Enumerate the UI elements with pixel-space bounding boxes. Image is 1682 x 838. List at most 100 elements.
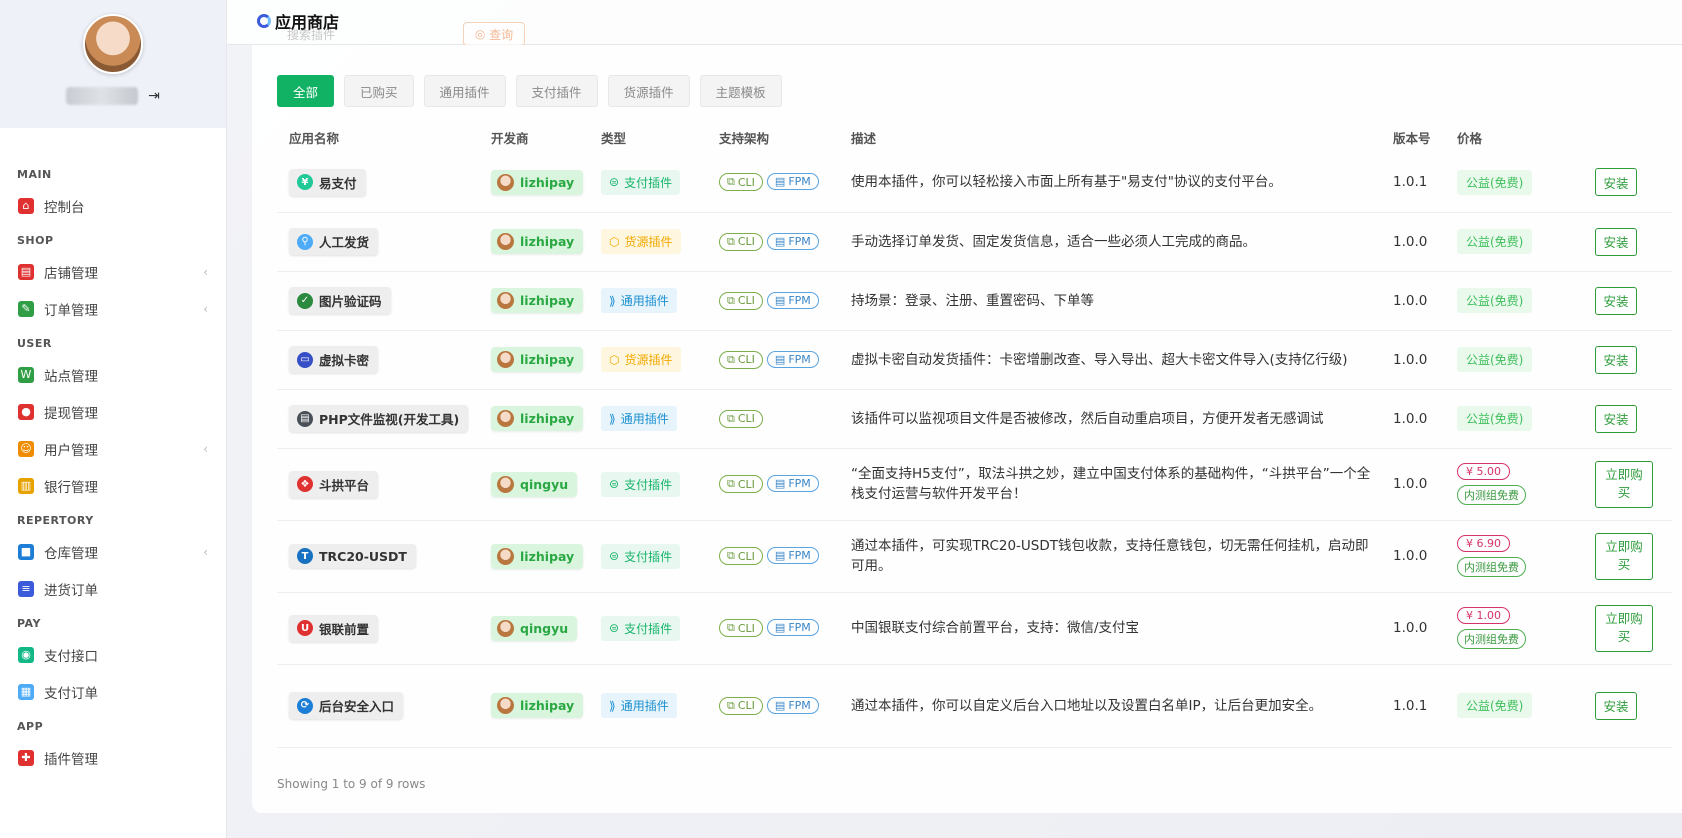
sidebar-item[interactable]: ✎ 订单管理 ‹ xyxy=(0,290,226,327)
cell-price: 公益(免费) xyxy=(1445,212,1583,272)
cell-description: 手动选择订单发货、固定发货信息，适合一些必须人工完成的商品。 xyxy=(839,212,1381,272)
developer-chip[interactable]: lizhipay xyxy=(491,347,584,372)
cell-developer: lizhipay xyxy=(479,212,589,272)
sidebar-item[interactable]: ● 提现管理 xyxy=(0,393,226,430)
developer-chip[interactable]: lizhipay xyxy=(491,693,584,718)
bank-icon: ▥ xyxy=(18,477,34,494)
sidebar: ⇥ MAIN ⌂ 控制台 SHOP ▤ 店铺管理 ‹ ✎ 订单管理 ‹ USER W 站点管理 ● 提现管理… xyxy=(0,0,227,838)
filter-tab[interactable]: 主题模板 xyxy=(699,75,782,107)
sidebar-item[interactable]: ▦ 支付订单 xyxy=(0,673,226,710)
developer-avatar xyxy=(497,410,514,427)
logout-icon[interactable]: ⇥ xyxy=(148,88,160,104)
sidebar-item[interactable]: ▥ 银行管理 xyxy=(0,467,226,504)
sidebar-item[interactable]: ☺ 用户管理 ‹ xyxy=(0,430,226,467)
menu-section-title: SHOP xyxy=(17,234,54,247)
cell-description: 通过本插件，你可以自定义后台入口地址以及设置白名单IP，让后台更加安全。 xyxy=(839,664,1381,748)
app-name-chip[interactable]: ¥ 易支付 xyxy=(289,168,366,196)
cell-type: ⟫ 通用插件 xyxy=(589,271,707,331)
app-name-chip[interactable]: ▤ PHP文件监视(开发工具) xyxy=(289,405,469,432)
developer-chip[interactable]: lizhipay xyxy=(491,229,584,254)
buy-button[interactable]: 立即购买 xyxy=(1595,460,1653,508)
common-type-icon: ⟫ xyxy=(609,293,616,308)
cell-version: 1.0.0 xyxy=(1381,448,1445,521)
app-name-chip[interactable]: ⟳ 后台安全入口 xyxy=(289,692,404,719)
beta-free-badge: 内测组免费 xyxy=(1457,485,1526,505)
developer-chip[interactable]: lizhipay xyxy=(491,169,584,195)
app-name-chip[interactable]: ❖ 斗拱平台 xyxy=(289,470,379,498)
app-name: 图片验证码 xyxy=(319,294,382,309)
cell-developer: lizhipay xyxy=(479,664,589,748)
install-button[interactable]: 安装 xyxy=(1595,227,1637,256)
fpm-icon: ▤ xyxy=(774,621,786,634)
filter-tab[interactable]: 已购买 xyxy=(344,75,414,107)
sidebar-item[interactable]: ◉ 支付接口 xyxy=(0,636,226,673)
main-content: 应用商店 搜索插件 ◎ 查询 全部 已购买 通用插件 支付插件 货源插件 主题模板 应用名… xyxy=(227,0,1682,838)
pay-type-icon: ⊜ xyxy=(609,549,620,563)
install-button[interactable]: 安装 xyxy=(1595,404,1637,433)
sidebar-item[interactable]: ✚ 插件管理 xyxy=(0,739,226,776)
sidebar-item[interactable]: ■ 仓库管理 ‹ xyxy=(0,533,226,570)
app-name-chip[interactable]: U 银联前置 xyxy=(289,614,379,642)
version-text: 1.0.0 xyxy=(1393,233,1428,250)
sidebar-item[interactable]: ▤ 店铺管理 ‹ xyxy=(0,253,226,290)
sidebar-item[interactable]: ⌂ 控制台 xyxy=(0,187,226,224)
goods-type-icon: ⬡ xyxy=(609,234,620,249)
chevron-left-icon: ‹ xyxy=(203,301,208,316)
arch-badge: ▤ FPM xyxy=(766,547,819,564)
app-name: TRC20-USDT xyxy=(319,548,407,564)
buy-button[interactable]: 立即购买 xyxy=(1595,532,1653,580)
column-header: 支持架构 xyxy=(719,130,770,146)
install-button[interactable]: 安装 xyxy=(1595,345,1637,374)
cell-action: 安装 xyxy=(1583,212,1672,272)
filter-tab[interactable]: 通用插件 xyxy=(423,75,506,107)
sidebar-item[interactable]: W 站点管理 xyxy=(0,356,226,393)
filter-tab[interactable]: 货源插件 xyxy=(607,75,690,107)
developer-chip[interactable]: lizhipay xyxy=(491,406,584,431)
arch-badge: ▤ FPM xyxy=(766,619,819,636)
filter-tab[interactable]: 全部 xyxy=(277,75,335,107)
cell-version: 1.0.0 xyxy=(1381,330,1445,390)
developer-chip[interactable]: qingyu xyxy=(491,471,578,497)
avatar[interactable] xyxy=(83,14,143,74)
topbar: 应用商店 搜索插件 ◎ 查询 xyxy=(227,0,1682,46)
cell-name: ▤ PHP文件监视(开发工具) xyxy=(277,389,479,449)
cell-description: 通过本插件，可实现TRC20-USDT钱包收款，支持任意钱包，切无需任何挂机，启… xyxy=(839,520,1381,593)
buy-button[interactable]: 立即购买 xyxy=(1595,604,1653,652)
search-button[interactable]: ◎ 查询 xyxy=(463,22,525,46)
menu-section-title: USER xyxy=(17,337,52,350)
app-name-chip[interactable]: ⚲ 人工发货 xyxy=(289,228,379,255)
developer-chip[interactable]: lizhipay xyxy=(491,288,584,313)
cell-name: ▭ 虚拟卡密 xyxy=(277,330,479,390)
version-text: 1.0.0 xyxy=(1393,476,1428,492)
install-button[interactable]: 安装 xyxy=(1595,286,1637,315)
type-label: 支付插件 xyxy=(624,549,673,564)
developer-chip[interactable]: qingyu xyxy=(491,615,578,641)
description-text: 通过本插件，你可以自定义后台入口地址以及设置白名单IP，让后台更加安全。 xyxy=(851,697,1323,714)
arch-label: CLI xyxy=(737,353,755,366)
pay-order-icon: ▦ xyxy=(18,683,34,700)
table-row: ❖ 斗拱平台 qingyu ⊜ 支付插件 ⧉ CLI ▤ FPM “全面支持H5支付”，取法斗拱之… xyxy=(277,448,1672,521)
app-name: 人工发货 xyxy=(319,235,370,250)
fpm-icon: ▤ xyxy=(774,293,786,307)
sidebar-item[interactable]: ≡ 进货订单 xyxy=(0,570,226,607)
cell-type: ⊜ 支付插件 xyxy=(589,448,707,521)
app-name-chip[interactable]: ✓ 图片验证码 xyxy=(289,287,391,314)
developer-chip[interactable]: lizhipay xyxy=(491,543,584,569)
type-badge: ⟫ 通用插件 xyxy=(601,406,677,431)
install-button[interactable]: 安装 xyxy=(1595,168,1637,197)
cell-type: ⬡ 货源插件 xyxy=(589,212,707,272)
type-label: 通用插件 xyxy=(620,412,669,426)
price-badge: 公益(免费) xyxy=(1457,347,1533,372)
column-header: 开发商 xyxy=(491,130,529,146)
search-input[interactable]: 搜索插件 xyxy=(287,26,335,43)
type-label: 通用插件 xyxy=(620,294,669,308)
app-name-chip[interactable]: ▭ 虚拟卡密 xyxy=(289,346,379,373)
sidebar-item-label: 站点管理 xyxy=(44,368,98,385)
cell-description: 虚拟卡密自动发货插件：卡密增删改查、导入导出、超大卡密文件导入(支持亿行级) xyxy=(839,330,1381,390)
column-header: 应用名称 xyxy=(289,130,340,146)
install-button[interactable]: 安装 xyxy=(1595,691,1637,720)
app-name-chip[interactable]: T TRC20-USDT xyxy=(289,544,416,568)
arch-badge: ▤ FPM xyxy=(766,232,819,250)
type-badge: ⬡ 货源插件 xyxy=(601,347,681,372)
filter-tab[interactable]: 支付插件 xyxy=(515,75,598,107)
